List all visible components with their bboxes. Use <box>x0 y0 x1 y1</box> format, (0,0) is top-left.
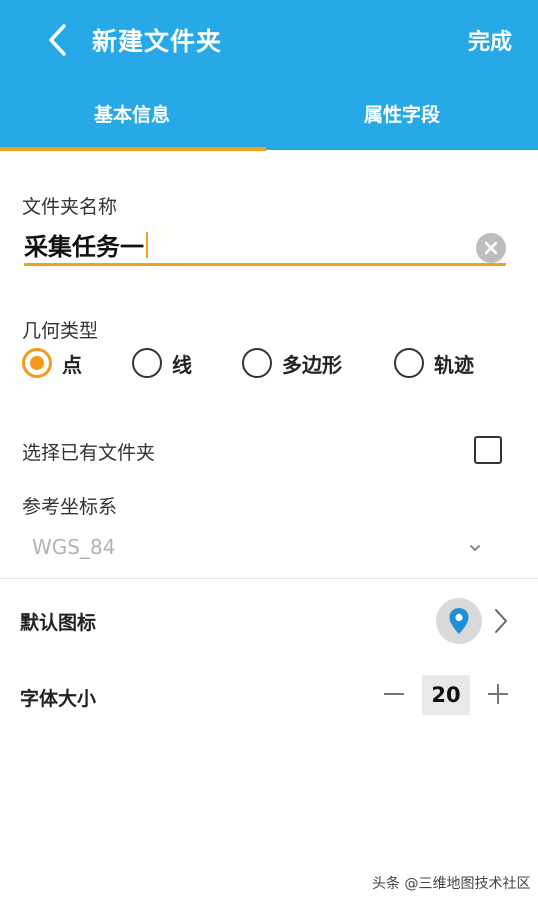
radio-label: 多边形 <box>282 352 342 377</box>
radio-polygon[interactable]: 多边形 <box>242 348 342 378</box>
text-cursor <box>146 231 148 258</box>
chevron-right-icon <box>495 609 507 633</box>
page-title: 新建文件夹 <box>92 27 223 56</box>
radio-line[interactable]: 线 <box>132 348 192 378</box>
map-pin-icon <box>449 608 469 634</box>
radio-circle <box>394 348 424 378</box>
default-icon-chevron[interactable] <box>492 606 510 640</box>
folder-name-value: 采集任务一 <box>24 233 144 261</box>
font-size-label: 字体大小 <box>20 688 97 710</box>
radio-track[interactable]: 轨迹 <box>394 348 474 378</box>
crs-select-value[interactable]: WGS_84 <box>32 535 115 559</box>
radio-label: 线 <box>172 352 192 377</box>
radio-point[interactable]: 点 <box>22 348 82 378</box>
plus-icon <box>488 684 508 704</box>
font-size-decrease-button[interactable] <box>380 680 408 708</box>
geometry-type-label: 几何类型 <box>22 320 99 342</box>
close-icon <box>484 241 498 255</box>
clear-input-button[interactable] <box>476 233 506 263</box>
watermark-text: 头条 @三维地图技术社区 <box>372 876 531 892</box>
font-size-value[interactable]: 20 <box>422 675 470 715</box>
done-button[interactable]: 完成 <box>468 24 512 56</box>
radio-circle <box>22 348 52 378</box>
default-icon-button[interactable] <box>436 598 482 644</box>
default-icon-label: 默认图标 <box>20 612 97 634</box>
select-existing-checkbox[interactable] <box>474 436 502 464</box>
back-button[interactable] <box>38 20 78 60</box>
folder-name-input[interactable]: 采集任务一 <box>24 226 506 266</box>
tab-attribute-fields[interactable]: 属性字段 <box>270 100 534 140</box>
minus-icon <box>384 693 404 695</box>
app-header: 新建文件夹 完成 基本信息 属性字段 <box>0 0 538 150</box>
reference-crs-label: 参考坐标系 <box>22 496 118 518</box>
active-tab-indicator <box>0 147 266 151</box>
radio-label: 点 <box>62 352 82 377</box>
crs-dropdown-button[interactable] <box>468 538 482 557</box>
radio-circle <box>132 348 162 378</box>
chevron-left-icon <box>49 24 66 56</box>
radio-circle <box>242 348 272 378</box>
tab-basic-info[interactable]: 基本信息 <box>0 100 264 140</box>
section-divider <box>0 578 538 579</box>
select-existing-label: 选择已有文件夹 <box>22 442 156 464</box>
chevron-down-icon <box>470 545 480 551</box>
folder-name-label: 文件夹名称 <box>22 196 118 218</box>
font-size-increase-button[interactable] <box>484 680 512 708</box>
radio-label: 轨迹 <box>434 352 474 377</box>
